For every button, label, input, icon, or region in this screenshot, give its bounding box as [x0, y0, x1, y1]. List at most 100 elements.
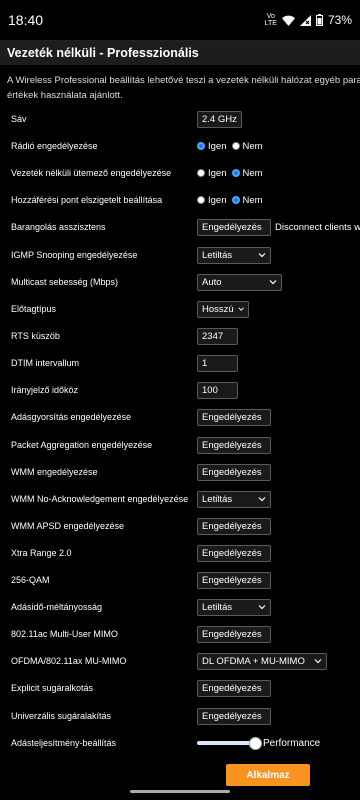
- setting-label: WMM engedélyezése: [11, 467, 98, 477]
- setting-select[interactable]: Auto: [197, 273, 282, 291]
- setting-row: Adásgyorsítás engedélyezése Engedélyezés: [0, 406, 360, 428]
- select-value: Engedélyezés: [202, 439, 262, 451]
- select-value: Letiltás: [202, 249, 233, 261]
- setting-label: Adásgyorsítás engedélyezése: [11, 412, 132, 422]
- chevron-down-icon: [238, 307, 244, 311]
- slider-thumb[interactable]: [249, 737, 262, 750]
- setting-row: DTIM intervallum 1: [0, 352, 360, 374]
- setting-row: WMM APSD engedélyezése Engedélyezés: [0, 515, 360, 537]
- radio-option[interactable]: Nem: [231, 168, 263, 179]
- apply-button[interactable]: Alkalmaz: [226, 764, 310, 786]
- setting-select[interactable]: Engedélyezés: [197, 463, 271, 481]
- setting-label: OFDMA/802.11ax MU-MIMO: [11, 656, 127, 666]
- radio-checked-icon[interactable]: [231, 169, 240, 177]
- setting-row: Multicast sebesség (Mbps) Auto: [0, 271, 360, 293]
- setting-row: Explicit sugáralkotás Engedélyezés: [0, 677, 360, 699]
- page-title: Vezeték nélküli - Professzionális: [0, 40, 360, 65]
- setting-control: Igen Nem: [197, 168, 268, 179]
- volte-indicator: Vo LTE: [265, 13, 277, 27]
- setting-control: Engedélyezés Disconnect clients with: [197, 218, 360, 236]
- setting-input[interactable]: 1: [197, 354, 238, 372]
- select-value: Engedélyezés: [202, 411, 262, 423]
- setting-select[interactable]: Engedélyezés: [197, 571, 271, 589]
- setting-select[interactable]: Engedélyezés: [197, 436, 271, 454]
- setting-row: Barangolás asszisztens Engedélyezés Discon…: [0, 216, 360, 238]
- setting-control: Igen Nem: [197, 195, 268, 206]
- select-value: Engedélyezés: [202, 520, 262, 532]
- setting-select[interactable]: Engedélyezés: [197, 625, 271, 643]
- setting-control: Igen Nem: [197, 141, 268, 152]
- navigation-bar: [0, 786, 360, 800]
- power-slider[interactable]: Performance: [197, 737, 321, 750]
- radio-checked-icon[interactable]: [197, 142, 205, 150]
- setting-label: WMM APSD engedélyezése: [11, 521, 125, 531]
- setting-row: Sáv 2.4 GHz: [0, 108, 360, 130]
- setting-label: Xtra Range 2.0: [11, 548, 72, 558]
- radio-unchecked-icon[interactable]: [197, 169, 205, 177]
- setting-row: Univerzális sugáralakítás Engedélyezés: [0, 705, 360, 727]
- setting-row: Irányjelző időköz 100: [0, 379, 360, 401]
- setting-label: Multicast sebesség (Mbps): [11, 277, 119, 287]
- select-value: Hosszú: [202, 303, 234, 315]
- setting-control: DL OFDMA + MU-MIMO: [197, 652, 327, 670]
- setting-label: Adásteljesítmény-beállítás: [11, 738, 117, 748]
- setting-input[interactable]: 100: [197, 381, 238, 399]
- setting-label: Irányjelző időköz: [11, 385, 79, 395]
- setting-control: Engedélyezés: [197, 463, 271, 481]
- select-value: Letiltás: [202, 493, 233, 505]
- description-line-1: A Wireless Professional beállítás lehető…: [7, 75, 360, 86]
- radio-unchecked-icon[interactable]: [197, 196, 205, 204]
- setting-label: Explicit sugáralkotás: [11, 683, 94, 693]
- setting-control: Auto: [197, 273, 282, 291]
- page-description: A Wireless Professional beállítás lehető…: [0, 65, 360, 103]
- chevron-down-icon: [314, 659, 322, 664]
- setting-select[interactable]: DL OFDMA + MU-MIMO: [197, 652, 327, 670]
- select-value: Engedélyezés: [202, 574, 262, 586]
- radio-option[interactable]: Igen: [197, 195, 227, 206]
- setting-row: Adásidő-méltányosság Letiltás: [0, 596, 360, 618]
- setting-select[interactable]: Engedélyezés: [197, 707, 271, 725]
- setting-control: 2347: [197, 327, 238, 345]
- radio-label: Nem: [242, 140, 263, 152]
- setting-select[interactable]: Engedélyezés: [197, 218, 271, 236]
- status-bar: 18:40 Vo LTE 73%: [0, 0, 360, 40]
- chevron-down-icon: [258, 497, 266, 502]
- setting-select[interactable]: Engedélyezés: [197, 517, 271, 535]
- setting-select[interactable]: Letiltás: [197, 490, 271, 508]
- battery-percent: 73%: [327, 13, 352, 27]
- setting-control: Performance: [197, 737, 321, 750]
- setting-select[interactable]: 2.4 GHz: [197, 110, 242, 128]
- setting-row: RTS küszöb 2347: [0, 325, 360, 347]
- setting-label: Vezeték nélküli ütemező engedélyezése: [11, 168, 172, 178]
- setting-row: Hozzáférési pont elszigetelt beállítása I…: [0, 189, 360, 211]
- radio-option[interactable]: Nem: [231, 195, 263, 206]
- setting-select[interactable]: Letiltás: [197, 246, 271, 264]
- setting-label: Rádió engedélyezése: [11, 141, 98, 151]
- setting-select[interactable]: Engedélyezés: [197, 544, 271, 562]
- setting-control: 1: [197, 354, 238, 372]
- setting-label: Adásidő-méltányosság: [11, 602, 103, 612]
- volte-line1: Vo: [266, 13, 275, 20]
- radio-option[interactable]: Igen: [197, 168, 227, 179]
- radio-unchecked-icon[interactable]: [231, 142, 240, 150]
- setting-control: Engedélyezés: [197, 408, 271, 426]
- setting-select[interactable]: Letiltás: [197, 598, 271, 616]
- setting-select[interactable]: Hosszú: [197, 300, 249, 318]
- setting-input[interactable]: 2347: [197, 327, 238, 345]
- setting-control: 2.4 GHz: [197, 110, 242, 128]
- setting-row: 802.11ac Multi-User MIMO Engedélyezés: [0, 623, 360, 645]
- radio-checked-icon[interactable]: [231, 196, 240, 204]
- select-value: 2.4 GHz: [202, 113, 237, 125]
- setting-select[interactable]: Engedélyezés: [197, 679, 271, 697]
- setting-control: Engedélyezés: [197, 544, 271, 562]
- home-gesture-pill[interactable]: [130, 790, 230, 793]
- battery-icon: [315, 14, 323, 26]
- setting-select[interactable]: Engedélyezés: [197, 408, 271, 426]
- status-time: 18:40: [8, 12, 44, 28]
- radio-option[interactable]: Nem: [231, 140, 263, 152]
- radio-option[interactable]: Igen: [197, 141, 227, 152]
- slider-track[interactable]: [197, 737, 262, 750]
- select-value: Engedélyezés: [202, 628, 262, 640]
- setting-control: Engedélyezés: [197, 707, 271, 725]
- slider-label: Performance: [263, 737, 321, 749]
